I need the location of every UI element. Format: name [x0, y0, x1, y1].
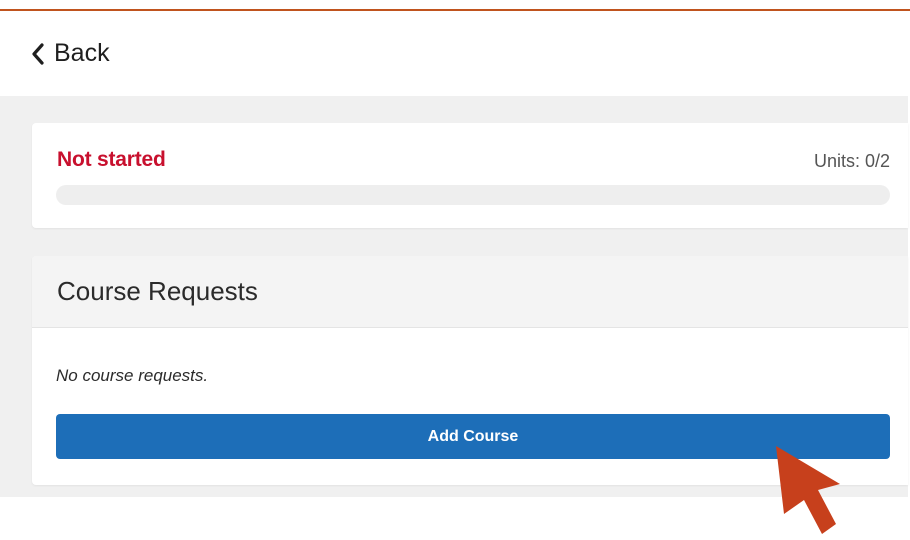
course-requests-header: Course Requests [32, 256, 908, 328]
progress-bar [56, 185, 890, 205]
units-count: Units: 0/2 [813, 151, 890, 171]
top-accent-bar [0, 0, 910, 11]
empty-state-message: No course requests. [56, 366, 209, 385]
back-label: Back [54, 39, 110, 67]
chevron-left-icon [30, 42, 46, 65]
pointer-arrow-icon [770, 440, 850, 540]
course-requests-title: Course Requests [57, 276, 258, 306]
add-course-button[interactable]: Add Course [56, 414, 890, 459]
status-text: Not started [57, 148, 166, 171]
app-viewport: Back Not started Units: 0/2 Course Reque… [0, 0, 910, 540]
header-bar: Back [0, 11, 910, 96]
progress-card: Not started Units: 0/2 [32, 123, 908, 228]
back-link[interactable]: Back [30, 39, 110, 68]
content-area: Not started Units: 0/2 Course Requests N… [0, 96, 908, 497]
